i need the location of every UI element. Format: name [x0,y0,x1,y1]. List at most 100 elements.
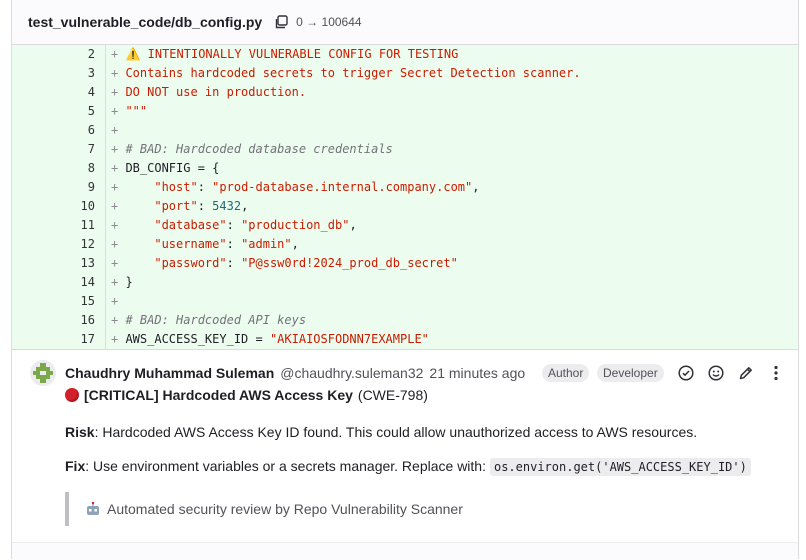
line-number[interactable]: 7 [12,140,106,159]
line-number[interactable]: 11 [12,216,106,235]
line-number[interactable]: 8 [12,159,106,178]
code-token: : [226,256,242,270]
line-number[interactable]: 4 [12,83,106,102]
fix-paragraph: Fix: Use environment variables or a secr… [65,458,751,476]
diff-line: 17 + AWS_ACCESS_KEY_ID = "AKIAIOSFODNN7EX… [12,330,798,349]
code-token: Contains hardcoded secrets to trigger Se… [125,66,581,80]
added-marker: + [111,123,126,137]
robot-icon [85,501,101,517]
diff-line: 3 + Contains hardcoded secrets to trigger… [12,64,798,83]
code-token: "prod-database.internal.company.com" [212,180,473,194]
added-marker: + [111,47,126,61]
automated-review-quote: Automated security review by Repo Vulner… [65,492,485,526]
line-code: + "database": "production_db", [106,216,357,235]
pencil-icon[interactable] [737,364,755,382]
code-token: "production_db" [241,218,350,232]
code-token: """ [125,104,148,118]
added-marker: + [111,180,126,194]
added-marker: + [111,142,126,156]
line-number[interactable]: 13 [12,254,106,273]
diff-line: 16 + # BAD: Hardcoded API keys [12,311,798,330]
line-code: + DO NOT use in production. [106,83,306,102]
note-timestamp[interactable]: 21 minutes ago [429,365,525,381]
line-number[interactable]: 12 [12,235,106,254]
diff-line: 9 + "host": "prod-database.internal.compa… [12,178,798,197]
note-footer [12,542,798,560]
diff-line: 14 + } [12,273,798,292]
line-code: + """ [106,102,147,121]
author-name[interactable]: Chaudhry Muhammad Suleman [65,365,274,381]
code-token: DO NOT use in production. [125,85,307,99]
line-code: + [106,292,125,311]
line-code: + "username": "admin", [106,235,299,254]
copy-icon[interactable] [274,15,288,29]
line-code: + ⚠️ INTENTIONALLY VULNERABLE CONFIG FOR… [106,45,458,64]
code-token: "port" [154,199,198,213]
code-token: "database" [154,218,227,232]
role-badge: Developer [597,364,664,382]
file-mode-change: 0 → 100644 [296,15,362,29]
line-number[interactable]: 14 [12,273,106,292]
diff-line: 11 + "database": "production_db", [12,216,798,235]
code-token: AWS_ACCESS_KEY_ID = [125,332,270,346]
added-marker: + [111,313,126,327]
added-marker: + [111,104,126,118]
line-code: + [106,121,125,140]
avatar[interactable] [30,360,56,386]
line-number[interactable]: 10 [12,197,106,216]
diff-line: 13 + "password": "P@ssw0rd!2024_prod_db_s… [12,254,798,273]
line-code: + } [106,273,133,292]
emoji-icon[interactable] [707,364,725,382]
quote-text: Automated security review by Repo Vulner… [107,501,463,517]
added-marker: + [111,66,126,80]
added-marker: + [111,85,126,99]
code-token: "username" [154,237,227,251]
author-username[interactable]: @chaudhry.suleman32 [280,365,423,381]
line-number[interactable]: 2 [12,45,106,64]
diff-content: 2 + ⚠️ INTENTIONALLY VULNERABLE CONFIG FO… [12,45,798,349]
diff-line: 7 + # BAD: Hardcoded database credentials [12,140,798,159]
diff-line: 12 + "username": "admin", [12,235,798,254]
line-code: + # BAD: Hardcoded API keys [106,311,306,330]
added-marker: + [111,161,126,175]
code-token: , [472,180,480,194]
line-code: + Contains hardcoded secrets to trigger … [106,64,581,83]
fix-code: os.environ.get('AWS_ACCESS_KEY_ID') [489,458,751,476]
more-actions-icon[interactable] [767,364,785,382]
code-token: , [291,237,299,251]
line-code: + # BAD: Hardcoded database credentials [106,140,393,159]
line-number[interactable]: 15 [12,292,106,311]
line-number[interactable]: 9 [12,178,106,197]
note-title: [CRITICAL] Hardcoded AWS Access Key (CWE… [65,387,428,403]
note-header: Chaudhry Muhammad Suleman @chaudhry.sule… [65,361,798,385]
author-badge: Author [542,364,590,382]
diff-line: 5 + """ [12,102,798,121]
code-token: : [197,199,213,213]
code-token: "host" [154,180,198,194]
line-code: + "password": "P@ssw0rd!2024_prod_db_sec… [106,254,458,273]
risk-paragraph: Risk: Hardcoded AWS Access Key ID found.… [65,424,697,440]
line-number[interactable]: 17 [12,330,106,349]
code-token: "admin" [241,237,292,251]
line-number[interactable]: 5 [12,102,106,121]
code-token: INTENTIONALLY VULNERABLE CONFIG FOR TEST… [140,47,459,61]
added-marker: + [111,256,126,270]
file-path[interactable]: test_vulnerable_code/db_config.py [28,14,262,30]
code-token: # BAD: Hardcoded API keys [125,313,307,327]
line-code: + "host": "prod-database.internal.compan… [106,178,480,197]
discussion-note: Chaudhry Muhammad Suleman @chaudhry.sule… [12,349,798,560]
code-token: } [125,275,133,289]
line-number[interactable]: 3 [12,64,106,83]
code-token: "P@ssw0rd!2024_prod_db_secret" [241,256,458,270]
diff-line: 10 + "port": 5432, [12,197,798,216]
code-token: "AKIAIOSFODNN7EXAMPLE" [269,332,429,346]
added-marker: + [111,275,126,289]
line-number[interactable]: 6 [12,121,106,140]
added-marker: + [111,199,126,213]
resolve-check-icon[interactable] [677,364,695,382]
line-number[interactable]: 16 [12,311,106,330]
